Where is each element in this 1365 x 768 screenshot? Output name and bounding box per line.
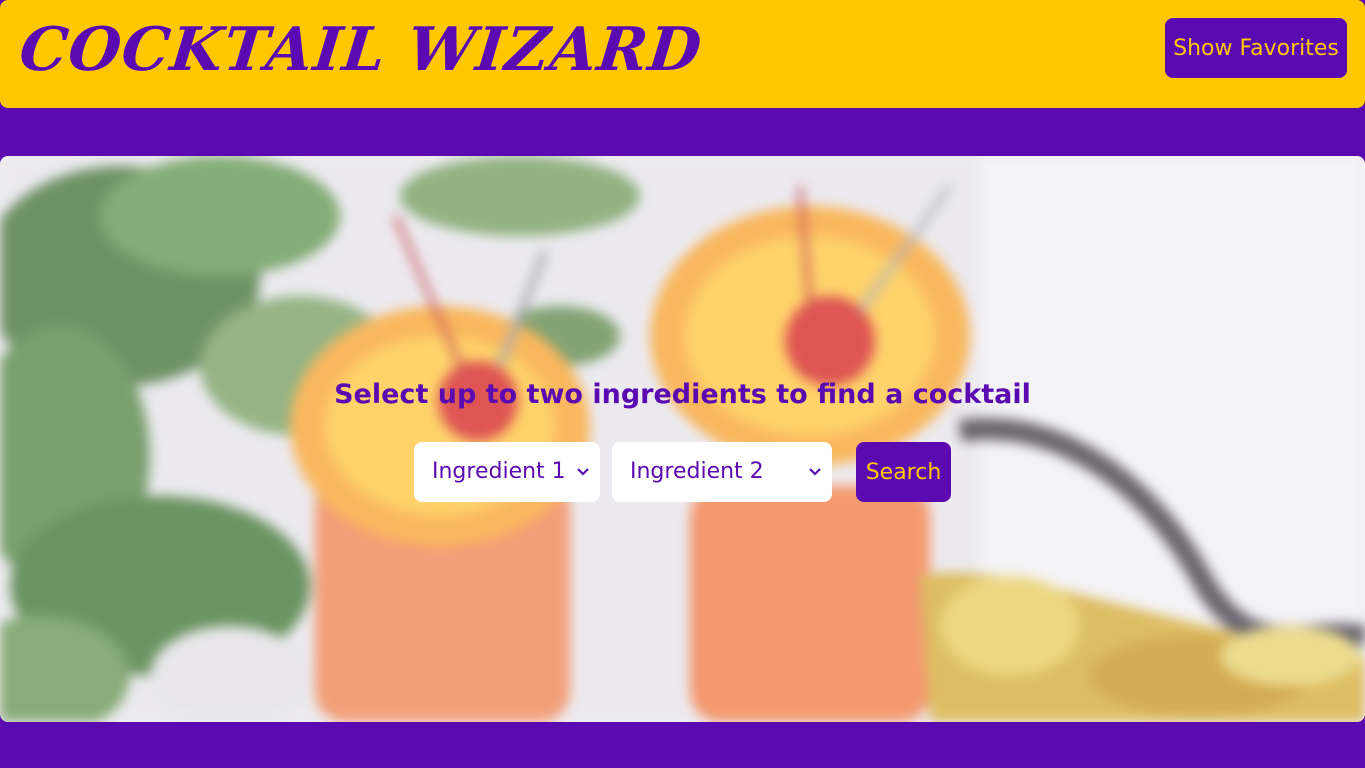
hero-section: Select up to two ingredients to find a c…	[0, 156, 1365, 722]
ingredient-2-value: Ingredient 2	[630, 459, 764, 484]
chevron-down-icon	[576, 442, 590, 528]
ingredient-1-value: Ingredient 1	[432, 459, 566, 484]
show-favorites-button[interactable]: Show Favorites	[1165, 18, 1347, 78]
search-button[interactable]: Search	[856, 442, 951, 502]
chevron-down-icon	[808, 442, 822, 528]
search-prompt: Select up to two ingredients to find a c…	[334, 379, 1031, 410]
app-header: COCKTAIL WIZARD Show Favorites	[0, 0, 1365, 108]
ingredient-1-select[interactable]: Ingredient 1	[414, 442, 600, 502]
app-logo: COCKTAIL WIZARD	[16, 15, 706, 85]
ingredient-2-select[interactable]: Ingredient 2	[612, 442, 832, 502]
